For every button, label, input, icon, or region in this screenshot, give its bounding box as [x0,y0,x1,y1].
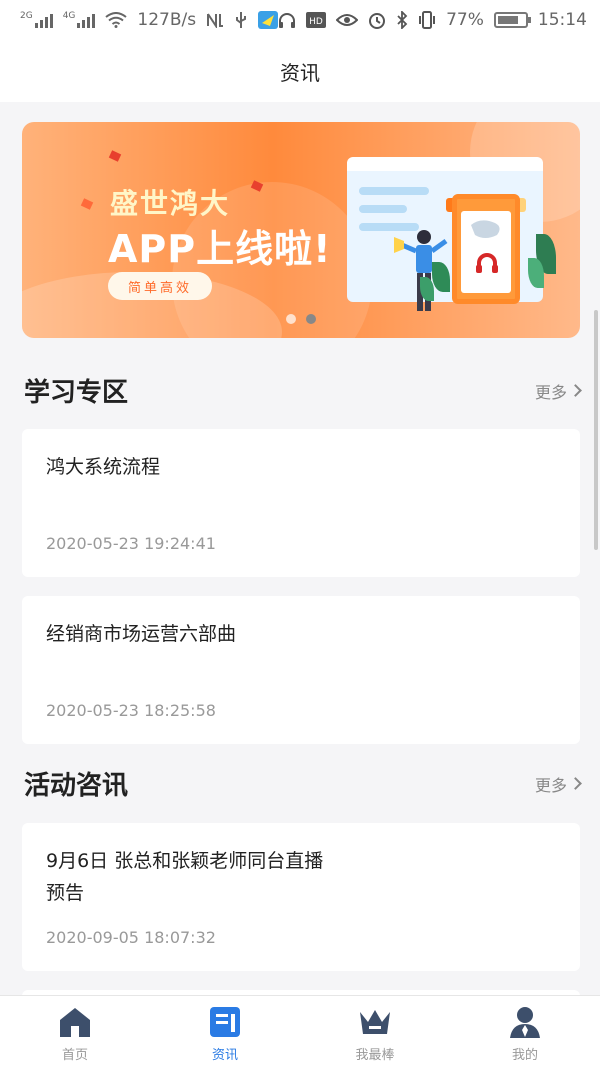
net-speed: 127B/s [137,10,197,30]
tab-label: 我的 [511,1048,538,1063]
banner-pill: 简单高效 [108,272,212,300]
scrollbar[interactable] [594,310,598,550]
nfc-icon [207,13,224,28]
section-title: 学习专区 [24,378,129,408]
item-date: 2020-05-23 19:24:41 [46,534,216,553]
item-title-continued: 预告 [46,882,85,904]
chevron-right-icon [569,384,582,397]
usb-icon [236,12,247,28]
list-item[interactable]: 鸿大系统流程 2020-05-23 19:24:41 [22,429,580,577]
network-type-label: 4G [62,11,76,21]
signal-icon: 4G [63,12,96,28]
user-icon [510,1007,540,1038]
section-title: 活动咨讯 [24,771,129,801]
tab-best[interactable]: 我最棒 [300,996,450,1067]
tab-news[interactable]: 资讯 [150,996,300,1067]
app-icon [258,11,279,29]
status-bar: 2G 4G 127B/s HD 77% 15:14 [0,0,600,40]
item-date: 2020-09-05 18:07:32 [46,928,216,947]
carousel-dot[interactable] [286,314,296,324]
clock: 15:14 [537,10,587,30]
page-title: 资讯 [280,60,320,85]
tab-label: 资讯 [211,1048,238,1063]
item-title: 鸿大系统流程 [46,456,161,478]
tab-label: 我最棒 [355,1048,395,1063]
item-title: 经销商市场运营六部曲 [46,623,237,645]
headphones-icon [279,13,296,28]
more-link[interactable]: 更多 [534,379,582,403]
more-label: 更多 [534,775,567,795]
item-date: 2020-05-23 18:25:58 [46,701,216,720]
phone-illustration [452,194,520,304]
vibrate-icon [419,11,436,29]
nav-bar: 资讯 [0,40,600,102]
tab-label: 首页 [61,1048,88,1063]
battery-icon [493,12,531,28]
bluetooth-icon [397,11,408,29]
bottom-tab-bar: 首页 资讯 我最棒 我的 [0,995,600,1067]
signal-icon: 2G [20,12,53,28]
crown-icon [360,1010,390,1034]
banner-line1: 盛世鸿大 [110,187,231,220]
news-icon [210,1007,240,1037]
promo-banner[interactable]: 盛世鸿大 APP上线啦! 简单高效 [22,122,580,338]
item-title: 9月6日 张总和张颖老师同台直播 [46,850,324,872]
hd-icon: HD [306,12,327,28]
tab-home[interactable]: 首页 [0,996,150,1067]
carousel-dots[interactable] [22,314,580,324]
network-type-label: 2G [20,11,33,21]
home-icon [60,1008,90,1037]
carousel-dot-active[interactable] [306,314,316,324]
more-link[interactable]: 更多 [534,772,582,796]
eye-icon [336,14,359,26]
list-item[interactable]: 9月6日 张总和张颖老师同台直播 预告 2020-09-05 18:07:32 [22,823,580,971]
list-item[interactable]: 经销商市场运营六部曲 2020-05-23 18:25:58 [22,596,580,744]
section-header-activity: 活动咨讯 更多 [24,765,582,802]
battery-percent: 77% [446,10,484,30]
wifi-icon [105,12,128,28]
tab-profile[interactable]: 我的 [450,996,600,1067]
alarm-icon [369,13,386,29]
svg-text:HD: HD [309,17,323,27]
chevron-right-icon [569,777,582,790]
more-label: 更多 [534,382,567,402]
section-header-study: 学习专区 更多 [24,372,582,409]
banner-line2: APP上线啦! [108,227,332,271]
